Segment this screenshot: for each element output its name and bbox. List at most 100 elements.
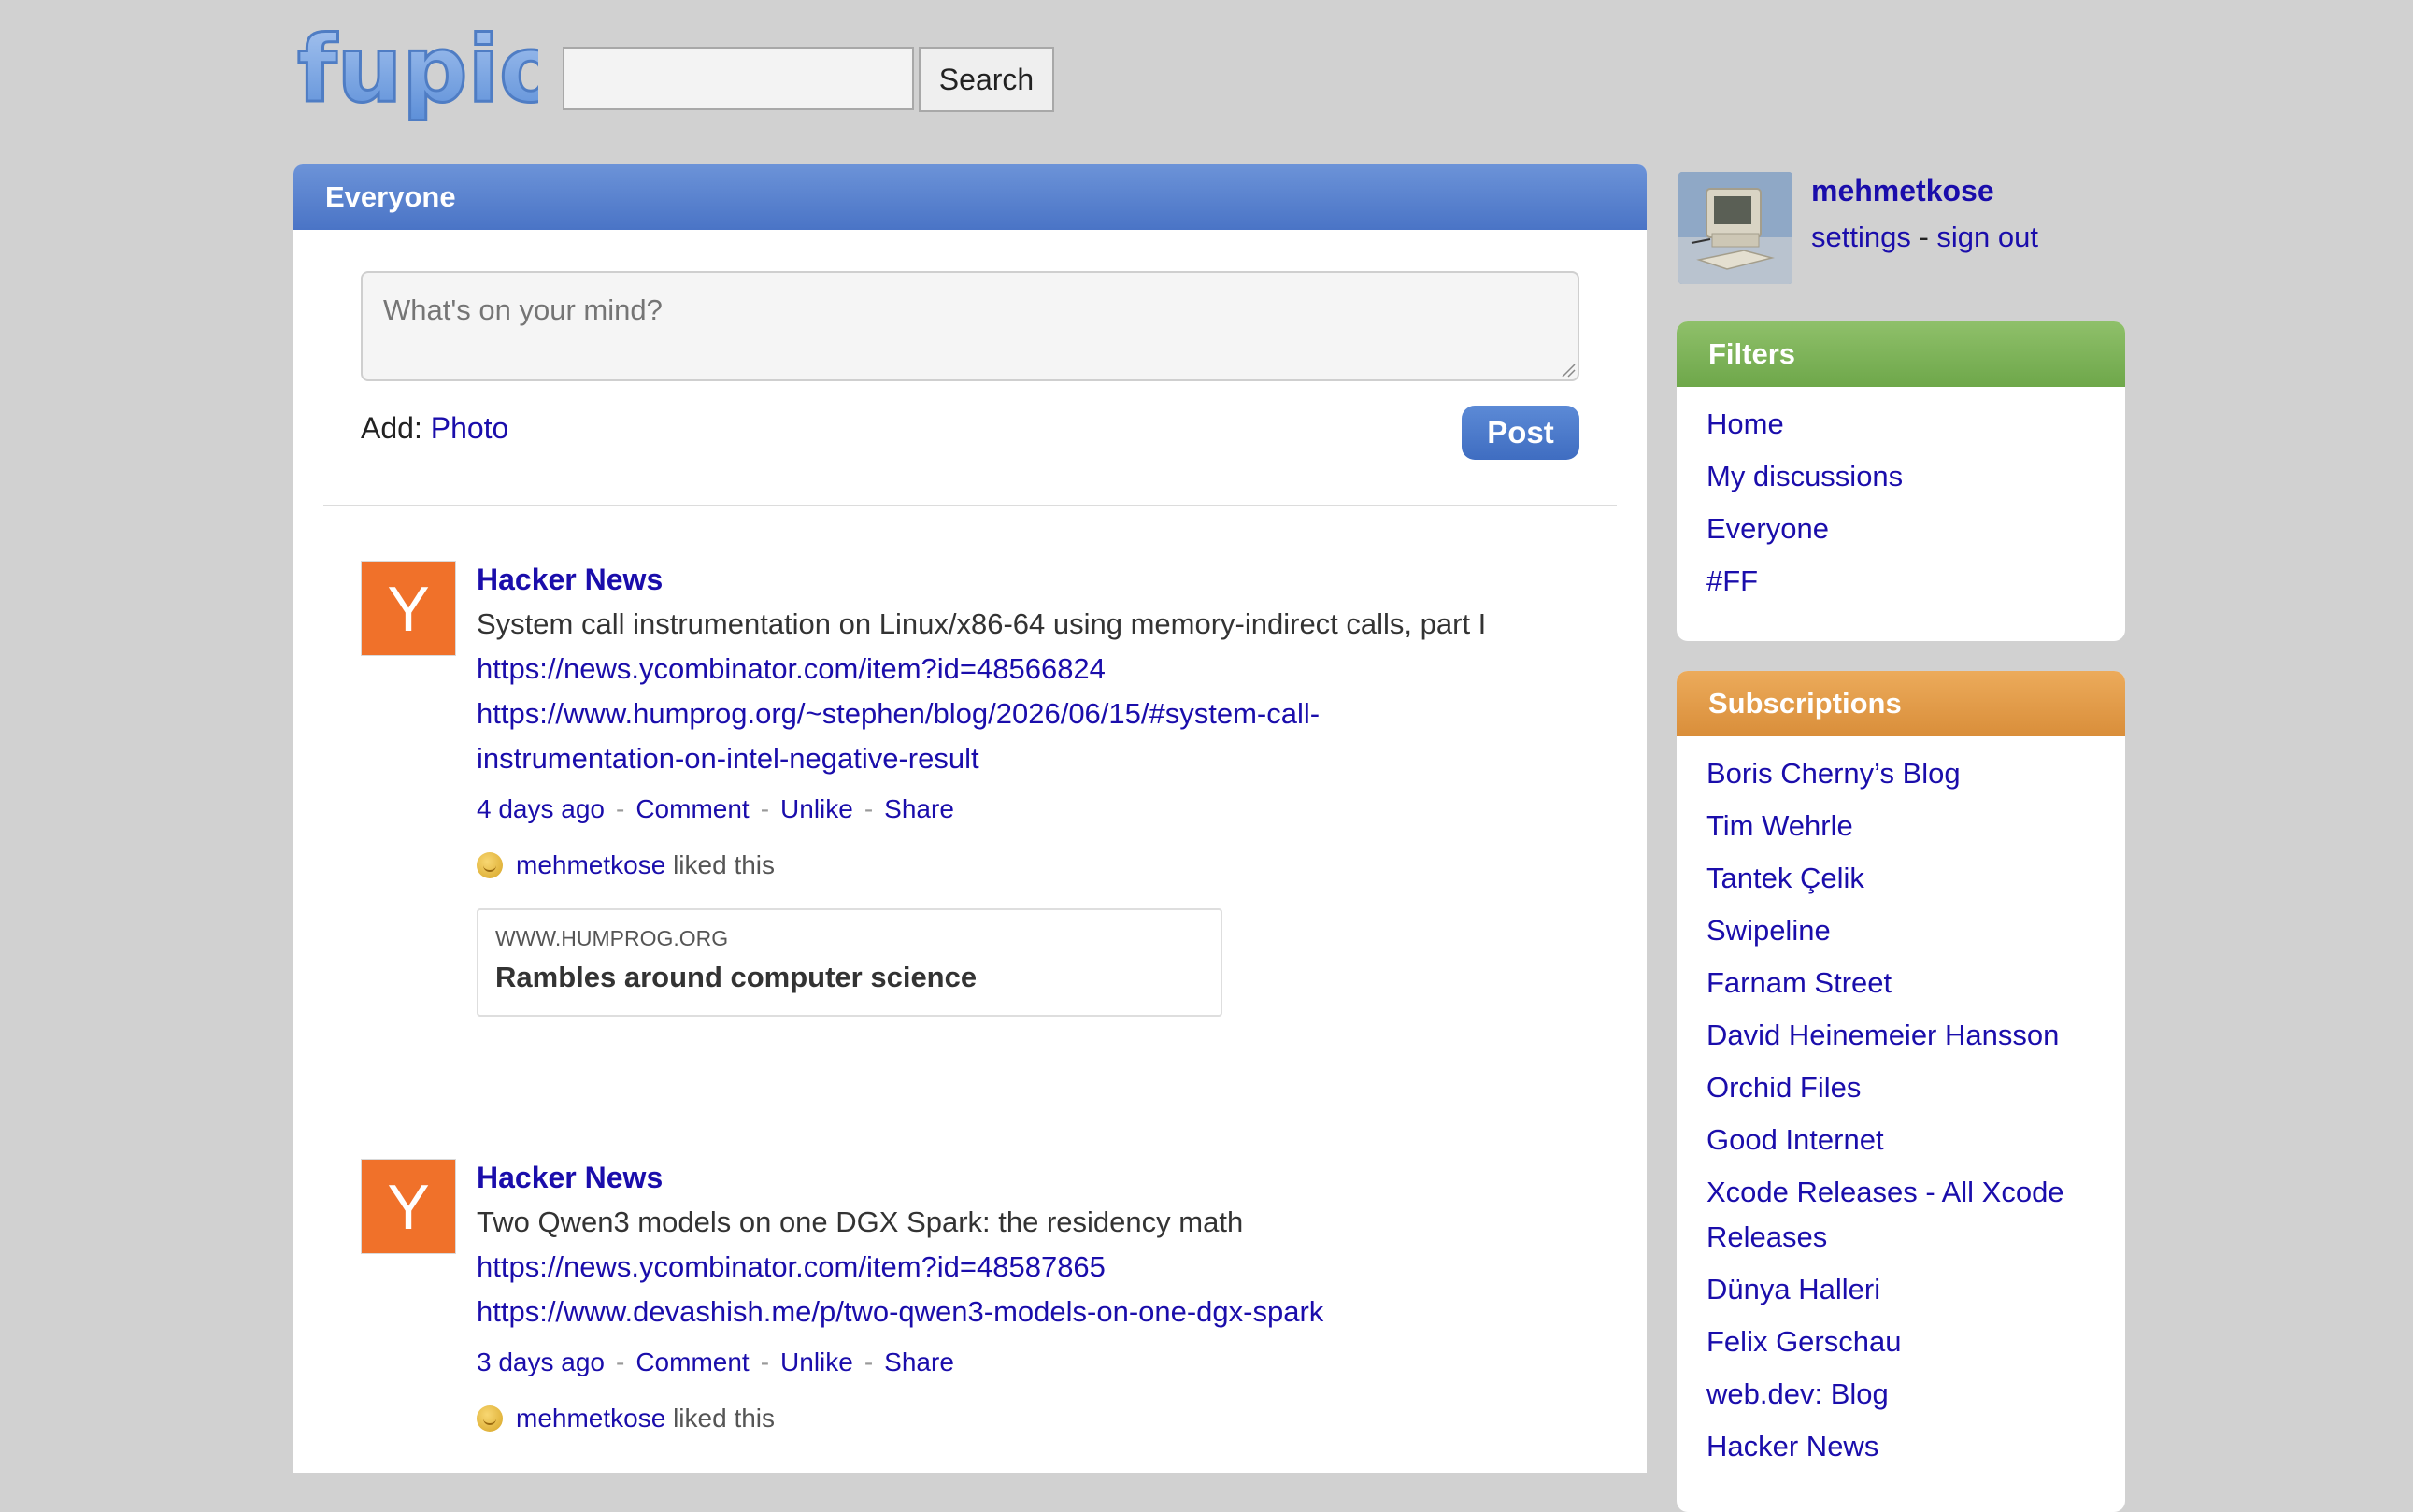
filter-item: #FF	[1677, 555, 2125, 607]
action-separator: -	[760, 794, 770, 823]
subscription-item: Orchid Files	[1677, 1062, 2125, 1114]
card-title: Rambles around computer science	[495, 961, 978, 993]
action-separator: -	[760, 1348, 770, 1376]
subscription-item: Farnam Street	[1677, 957, 2125, 1009]
subscription-item: Good Internet	[1677, 1114, 2125, 1166]
post-time-link[interactable]: 4 days ago	[477, 794, 605, 823]
link-preview-card[interactable]: WWW.HUMPROG.ORG Rambles around computer …	[477, 908, 1222, 1017]
fupio-logo[interactable]: fupio	[293, 15, 539, 127]
unlike-link[interactable]: Unlike	[780, 794, 853, 823]
post-button[interactable]: Post	[1462, 406, 1579, 460]
subscription-item: David Heinemeier Hansson	[1677, 1009, 2125, 1062]
smiley-icon	[477, 1405, 503, 1432]
subscriptions-title: Subscriptions	[1677, 671, 2125, 736]
filter-item: My discussions	[1677, 450, 2125, 503]
add-photo-link[interactable]: Photo	[431, 411, 509, 445]
filter-home-link[interactable]: Home	[1706, 407, 1784, 440]
sign-out-link[interactable]: sign out	[1936, 221, 2038, 253]
comment-link[interactable]: Comment	[635, 1348, 749, 1376]
filter-everyone-link[interactable]: Everyone	[1706, 512, 1829, 545]
subscription-item: Hacker News	[1677, 1420, 2125, 1473]
logo-text: fupio	[297, 17, 538, 123]
likes-row: mehmetkose liked this	[477, 847, 1505, 884]
post-time-link[interactable]: 3 days ago	[477, 1348, 605, 1376]
filter-my-discussions-link[interactable]: My discussions	[1706, 460, 1903, 492]
user-links: settings - sign out	[1811, 221, 2038, 254]
filters-panel: Filters Home My discussions Everyone #FF	[1677, 321, 2125, 641]
subscription-link[interactable]: Felix Gerschau	[1706, 1325, 1901, 1358]
post-link[interactable]: https://news.ycombinator.com/item?id=485…	[477, 1245, 1505, 1290]
computer-icon	[1678, 172, 1792, 284]
subscription-link[interactable]: Dünya Halleri	[1706, 1273, 1880, 1305]
user-box: mehmetkose settings - sign out	[1678, 170, 2108, 286]
share-link[interactable]: Share	[884, 794, 954, 823]
subscriptions-list: Boris Cherny’s Blog Tim Wehrle Tantek Çe…	[1677, 736, 2125, 1473]
subscription-link[interactable]: Good Internet	[1706, 1123, 1884, 1156]
liked-this-text: liked this	[673, 1404, 776, 1433]
add-attachment-row: Add: Photo	[361, 411, 508, 446]
feed-title: Everyone	[293, 164, 1647, 230]
settings-link[interactable]: settings	[1811, 221, 1911, 253]
post-body: Hacker News Two Qwen3 models on one DGX …	[477, 1159, 1505, 1437]
subscription-link[interactable]: web.dev: Blog	[1706, 1377, 1889, 1410]
filters-list: Home My discussions Everyone #FF	[1677, 387, 2125, 607]
post-text: System call instrumentation on Linux/x86…	[477, 607, 1487, 640]
feed-panel: Everyone Add: Photo Post Y Hacker News S…	[293, 164, 1647, 1473]
subscription-link[interactable]: Orchid Files	[1706, 1071, 1861, 1104]
filter-ff-link[interactable]: #FF	[1706, 564, 1758, 597]
liked-this-text: liked this	[673, 850, 776, 879]
subscription-link[interactable]: Boris Cherny’s Blog	[1706, 757, 1961, 790]
post-body: Hacker News System call instrumentation …	[477, 561, 1505, 1017]
user-avatar[interactable]	[1678, 172, 1792, 284]
search-input[interactable]	[563, 47, 914, 110]
subscription-item: Tim Wehrle	[1677, 800, 2125, 852]
resize-grip-icon[interactable]	[1561, 363, 1576, 378]
subscription-item: Swipeline	[1677, 905, 2125, 957]
action-separator: -	[864, 794, 874, 823]
post-actions: 3 days ago - Comment - Unlike - Share	[477, 1344, 1505, 1381]
liker-link[interactable]: mehmetkose	[516, 1404, 665, 1433]
post-link[interactable]: https://www.devashish.me/p/two-qwen3-mod…	[477, 1290, 1505, 1334]
post-source-link[interactable]: Hacker News	[477, 1155, 1505, 1200]
username-link[interactable]: mehmetkose	[1811, 174, 1994, 208]
smiley-icon	[477, 852, 503, 878]
unlike-link[interactable]: Unlike	[780, 1348, 853, 1376]
subscription-item: Xcode Releases - All Xcode Releases	[1677, 1166, 2125, 1263]
subscription-item: Felix Gerschau	[1677, 1316, 2125, 1368]
post-actions: 4 days ago - Comment - Unlike - Share	[477, 791, 1505, 828]
subscription-link[interactable]: Farnam Street	[1706, 966, 1892, 999]
subscription-link[interactable]: Tim Wehrle	[1706, 809, 1853, 842]
likes-row: mehmetkose liked this	[477, 1400, 1505, 1437]
post-link[interactable]: https://news.ycombinator.com/item?id=485…	[477, 647, 1505, 692]
subscription-link[interactable]: Swipeline	[1706, 914, 1831, 947]
subscription-link[interactable]: Tantek Çelik	[1706, 862, 1864, 894]
comment-link[interactable]: Comment	[635, 794, 749, 823]
subscription-link[interactable]: Hacker News	[1706, 1430, 1878, 1462]
hacker-news-avatar[interactable]: Y	[361, 1159, 456, 1254]
filter-item: Home	[1677, 398, 2125, 450]
subscriptions-panel: Subscriptions Boris Cherny’s Blog Tim We…	[1677, 671, 2125, 1512]
subscription-link[interactable]: Xcode Releases - All Xcode Releases	[1706, 1176, 2064, 1253]
filters-title: Filters	[1677, 321, 2125, 387]
add-label: Add:	[361, 411, 422, 445]
action-separator: -	[616, 1348, 625, 1376]
share-link[interactable]: Share	[884, 1348, 954, 1376]
user-links-separator: -	[1919, 221, 1929, 253]
card-domain: WWW.HUMPROG.ORG	[495, 926, 729, 950]
subscription-item: Tantek Çelik	[1677, 852, 2125, 905]
action-separator: -	[864, 1348, 874, 1376]
liker-link[interactable]: mehmetkose	[516, 850, 665, 879]
post-source-link[interactable]: Hacker News	[477, 557, 1505, 602]
hacker-news-avatar[interactable]: Y	[361, 561, 456, 656]
subscription-item: web.dev: Blog	[1677, 1368, 2125, 1420]
post-text: Two Qwen3 models on one DGX Spark: the r…	[477, 1205, 1244, 1238]
status-composer[interactable]	[361, 271, 1579, 381]
action-separator: -	[616, 794, 625, 823]
subscription-item: Dünya Halleri	[1677, 1263, 2125, 1316]
post-link[interactable]: https://www.humprog.org/~stephen/blog/20…	[477, 692, 1505, 781]
subscription-item: Boris Cherny’s Blog	[1677, 748, 2125, 800]
filter-item: Everyone	[1677, 503, 2125, 555]
composer-divider	[323, 505, 1617, 506]
search-button[interactable]: Search	[919, 47, 1054, 112]
subscription-link[interactable]: David Heinemeier Hansson	[1706, 1019, 2059, 1051]
